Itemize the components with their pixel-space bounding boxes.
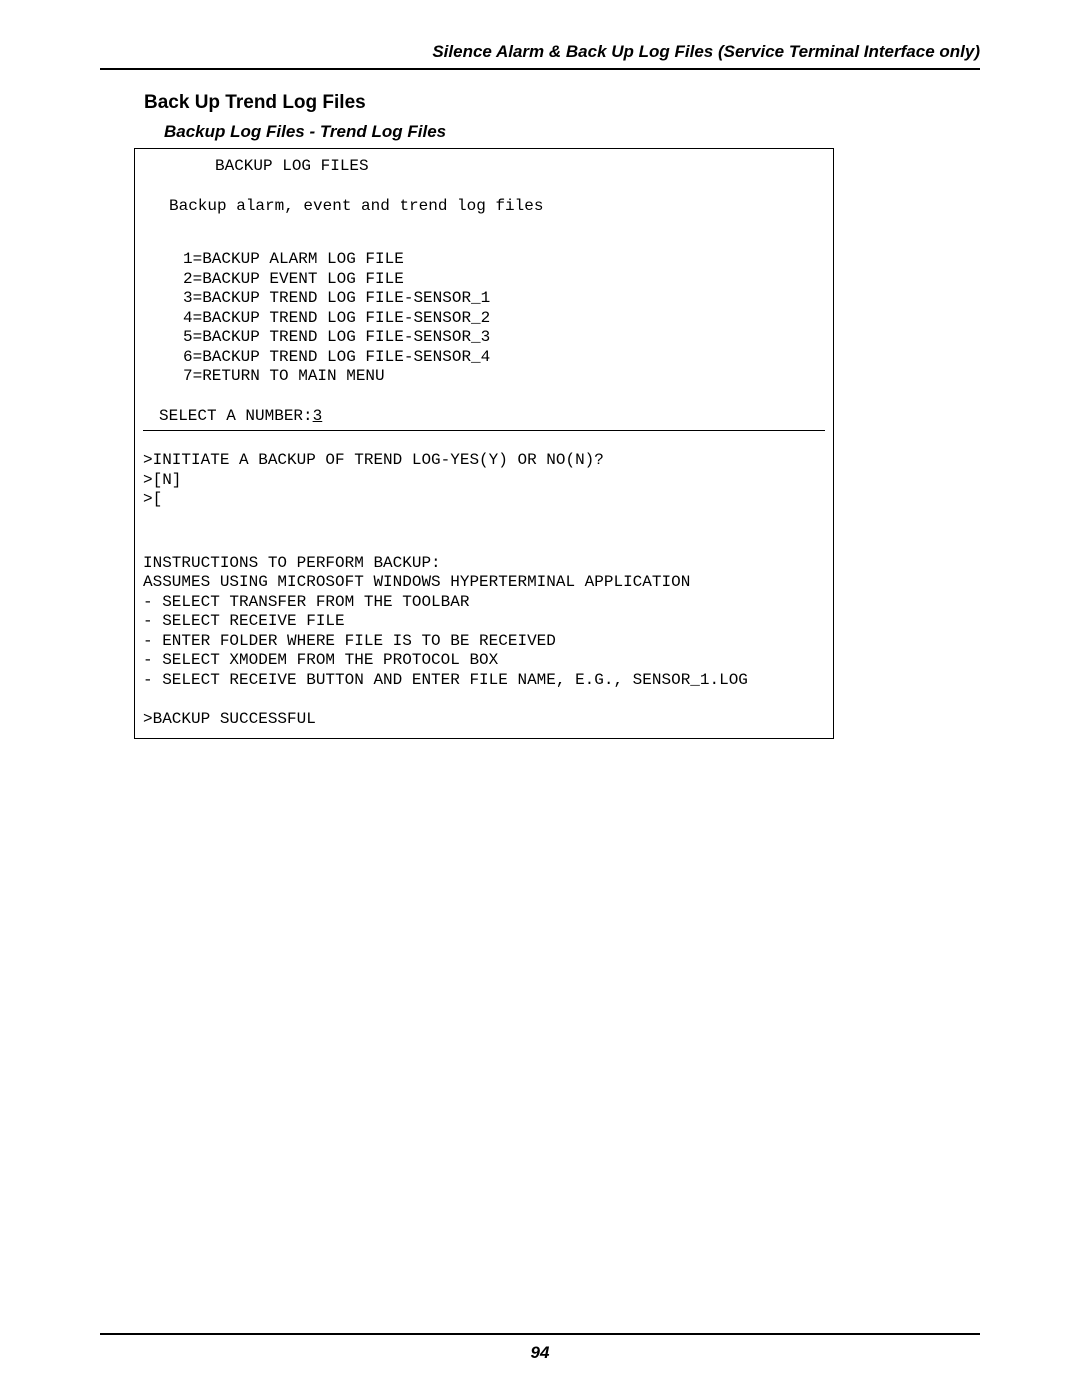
terminal-separator <box>143 430 825 431</box>
document-page: Silence Alarm & Back Up Log Files (Servi… <box>0 0 1080 1397</box>
menu-option: 7=RETURN TO MAIN MENU <box>143 367 825 387</box>
section-subheading: Backup Log Files - Trend Log Files <box>164 122 980 142</box>
menu-option: 1=BACKUP ALARM LOG FILE <box>143 250 825 270</box>
menu-option: 4=BACKUP TREND LOG FILE-SENSOR_2 <box>143 309 825 329</box>
menu-option: 6=BACKUP TREND LOG FILE-SENSOR_4 <box>143 348 825 368</box>
terminal-output-box: BACKUP LOG FILES Backup alarm, event and… <box>134 148 834 739</box>
menu-option: 5=BACKUP TREND LOG FILE-SENSOR_3 <box>143 328 825 348</box>
instruction-line: - SELECT TRANSFER FROM THE TOOLBAR <box>143 593 825 613</box>
dialog-line: >INITIATE A BACKUP OF TREND LOG-YES(Y) O… <box>143 451 825 471</box>
footer-rule <box>100 1333 980 1335</box>
instruction-line: - ENTER FOLDER WHERE FILE IS TO BE RECEI… <box>143 632 825 652</box>
select-prompt-line: SELECT A NUMBER:3 <box>143 407 825 427</box>
terminal-description: Backup alarm, event and trend log files <box>143 197 825 217</box>
select-prompt: SELECT A NUMBER: <box>159 407 313 425</box>
instruction-line: - SELECT RECEIVE FILE <box>143 612 825 632</box>
instruction-line: - SELECT RECEIVE BUTTON AND ENTER FILE N… <box>143 671 825 691</box>
dialog-line: >[ <box>143 490 825 510</box>
select-input: 3 <box>313 407 323 425</box>
section-heading: Back Up Trend Log Files <box>144 92 980 114</box>
dialog-line: >[N] <box>143 471 825 491</box>
header-rule <box>100 68 980 70</box>
running-header: Silence Alarm & Back Up Log Files (Servi… <box>100 42 980 66</box>
instruction-line: INSTRUCTIONS TO PERFORM BACKUP: <box>143 554 825 574</box>
menu-option: 3=BACKUP TREND LOG FILE-SENSOR_1 <box>143 289 825 309</box>
instruction-line: ASSUMES USING MICROSOFT WINDOWS HYPERTER… <box>143 573 825 593</box>
result-line: >BACKUP SUCCESSFUL <box>143 710 825 730</box>
page-footer: 94 <box>100 1333 980 1363</box>
instruction-line: - SELECT XMODEM FROM THE PROTOCOL BOX <box>143 651 825 671</box>
page-number: 94 <box>100 1343 980 1363</box>
terminal-title: BACKUP LOG FILES <box>143 157 825 177</box>
menu-option: 2=BACKUP EVENT LOG FILE <box>143 270 825 290</box>
